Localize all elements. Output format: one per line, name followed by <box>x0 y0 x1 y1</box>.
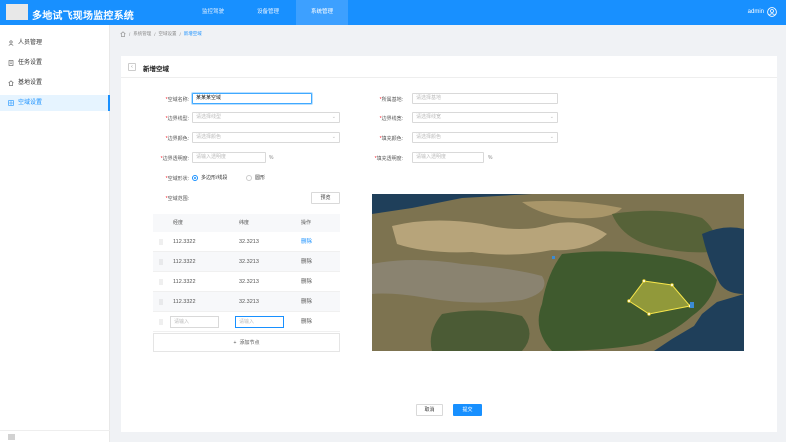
table-row: 112.3322 32.3213 删除 <box>153 272 340 292</box>
delete-link[interactable]: 删除 <box>301 312 312 332</box>
border-width-select[interactable]: 请选择线宽 ⌄ <box>412 112 558 123</box>
preview-button[interactable]: 预览 <box>311 192 340 204</box>
sidebar: 人员管理 任务设置 基地设置 空域设置 <box>0 25 110 442</box>
user-name[interactable]: admin <box>748 9 764 15</box>
longitude-cell: 112.3322 <box>173 239 196 245</box>
plus-icon: + <box>233 339 237 346</box>
radio-unchecked-icon <box>246 174 252 181</box>
home-icon <box>8 80 14 86</box>
logo <box>6 4 28 20</box>
nav-device[interactable]: 设备管理 <box>248 0 288 25</box>
fill-opacity-label: *填充透明度: <box>374 156 403 162</box>
longitude-cell: 112.3322 <box>173 299 196 305</box>
main-card: ‹ 新增空域 *空域名称: 某某某空域 *所属基地: 请选择基地 *边界线型: … <box>121 56 777 432</box>
table-row-input: 请输入 请输入 删除 <box>153 312 340 332</box>
sidebar-item-airspace[interactable]: 空域设置 <box>0 95 110 111</box>
border-opacity-label: *边界透明度: <box>160 156 189 162</box>
base-select[interactable]: 请选择基地 <box>412 93 558 104</box>
sidebar-item-label: 任务设置 <box>18 60 43 66</box>
column-header: 纬度 <box>239 220 250 226</box>
table-header: 经度 纬度 操作 <box>153 214 340 232</box>
delete-link[interactable]: 删除 <box>301 252 312 272</box>
sidebar-item-base[interactable]: 基地设置 <box>0 75 110 91</box>
submit-button[interactable]: 提交 <box>453 404 482 416</box>
back-button[interactable]: ‹ <box>128 63 136 71</box>
chevron-down-icon: ⌄ <box>549 134 554 140</box>
cancel-button[interactable]: 取消 <box>416 404 443 416</box>
drag-handle-icon[interactable] <box>159 259 163 265</box>
radio-checked-icon <box>192 174 198 181</box>
drag-handle-icon[interactable] <box>159 319 163 325</box>
sidebar-item-task[interactable]: 任务设置 <box>0 55 110 71</box>
card-header: ‹ 新增空域 <box>121 56 777 78</box>
longitude-cell: 112.3322 <box>173 259 196 265</box>
breadcrumb-item[interactable]: 系统管理 <box>133 31 151 37</box>
column-header: 经度 <box>173 220 184 226</box>
menu-icon[interactable] <box>8 434 15 440</box>
latitude-cell: 32.3213 <box>239 279 259 285</box>
border-type-label: *边界线型: <box>165 116 189 122</box>
drag-handle-icon[interactable] <box>159 279 163 285</box>
column-header: 操作 <box>301 220 312 226</box>
page-title: 新增空域 <box>143 66 169 73</box>
person-icon <box>8 40 14 46</box>
delete-link[interactable]: 删除 <box>301 232 312 252</box>
breadcrumb: / 系统管理 / 空域设置 / 新增空域 <box>120 31 202 37</box>
border-color-label: *边界颜色: <box>165 136 189 142</box>
range-label: *空域范围: <box>165 196 189 202</box>
map-preview[interactable] <box>372 194 744 351</box>
sidebar-item-label: 人员管理 <box>18 40 43 46</box>
table-row: 112.3322 32.3213 删除 <box>153 252 340 272</box>
delete-link[interactable]: 删除 <box>301 292 312 312</box>
drag-handle-icon[interactable] <box>159 239 163 245</box>
fill-opacity-input[interactable]: 请输入透明度 <box>412 152 484 163</box>
drag-handle-icon[interactable] <box>159 299 163 305</box>
border-color-select[interactable]: 请选择颜色 ⌄ <box>192 132 340 143</box>
airspace-name-input[interactable]: 某某某空域 <box>192 93 312 104</box>
breadcrumb-item[interactable]: 空域设置 <box>159 31 177 37</box>
shape-radio-circle[interactable]: 圆形 <box>246 174 265 181</box>
sidebar-collapse[interactable] <box>0 430 110 442</box>
chevron-down-icon: ⌄ <box>331 134 336 140</box>
document-icon <box>8 60 14 66</box>
satellite-map[interactable] <box>372 194 744 351</box>
sidebar-item-label: 基地设置 <box>18 80 43 86</box>
add-node-button[interactable]: + 添加节点 <box>153 333 340 352</box>
latitude-cell: 32.3213 <box>239 299 259 305</box>
chevron-down-icon: ⌄ <box>331 114 336 120</box>
longitude-cell: 112.3322 <box>173 279 196 285</box>
home-icon[interactable] <box>120 31 126 37</box>
shape-radio-polygon[interactable]: 多边形/线段 <box>192 174 227 181</box>
border-width-label: *边界线宽: <box>379 116 403 122</box>
sidebar-item-personnel[interactable]: 人员管理 <box>0 35 110 51</box>
sidebar-item-label: 空域设置 <box>18 100 43 106</box>
chevron-down-icon: ⌄ <box>549 114 554 120</box>
fill-color-label: *填充颜色: <box>379 136 403 142</box>
table-row: 112.3322 32.3213 删除 <box>153 232 340 252</box>
longitude-input[interactable]: 请输入 <box>170 316 219 328</box>
latitude-cell: 32.3213 <box>239 239 259 245</box>
percent-unit: % <box>269 155 274 161</box>
latitude-cell: 32.3213 <box>239 259 259 265</box>
latitude-input[interactable]: 请输入 <box>235 316 284 328</box>
fill-color-select[interactable]: 请选择颜色 ⌄ <box>412 132 558 143</box>
nav-monitor[interactable]: 监控驾驶 <box>193 0 233 25</box>
nav-system[interactable]: 系统管理 <box>296 0 348 25</box>
name-label: *空域名称: <box>165 97 189 103</box>
grid-icon <box>8 100 14 106</box>
user-avatar-icon[interactable] <box>767 7 777 17</box>
shape-label: *空域形状: <box>165 176 189 182</box>
breadcrumb-current: 新增空域 <box>183 31 202 36</box>
border-opacity-input[interactable]: 请输入透明度 <box>192 152 266 163</box>
table-row: 112.3322 32.3213 删除 <box>153 292 340 312</box>
app-title: 多地试飞现场监控系统 <box>32 11 134 22</box>
percent-unit: % <box>488 155 493 161</box>
base-label: *所属基地: <box>379 97 403 103</box>
border-type-select[interactable]: 请选择线型 ⌄ <box>192 112 340 123</box>
top-bar: 多地试飞现场监控系统 监控驾驶 设备管理 系统管理 admin <box>0 0 786 25</box>
delete-link[interactable]: 删除 <box>301 272 312 292</box>
